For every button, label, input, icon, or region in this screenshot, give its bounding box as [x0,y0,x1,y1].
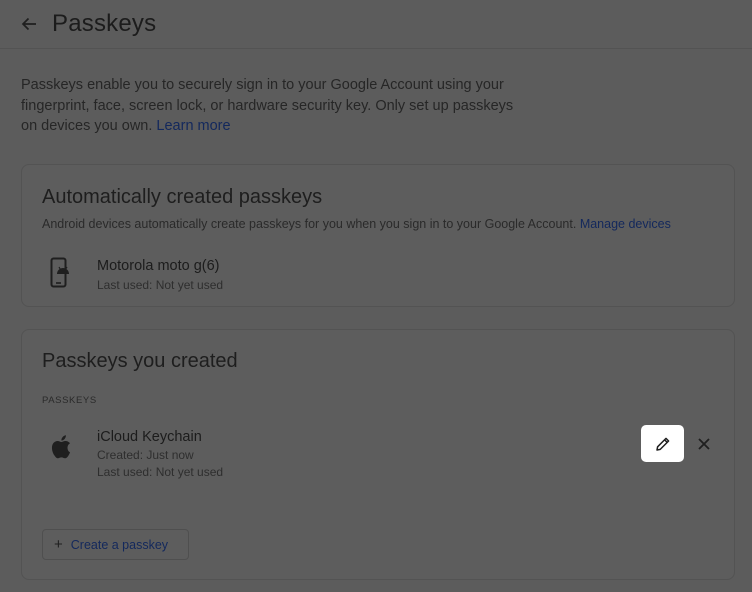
item-last-used: Last used: Not yet used [97,278,224,292]
back-button[interactable] [18,13,40,35]
plus-icon: + [54,536,63,553]
created-passkeys-card: Passkeys you created PASSKEYS iCloud Key… [21,329,735,580]
page-title: Passkeys [52,10,157,37]
page-header: Passkeys [0,0,752,49]
apple-icon [51,435,70,459]
item-name: Motorola moto g(6) [97,258,220,274]
auto-description-text: Android devices automatically create pas… [42,217,577,231]
auto-passkeys-description: Android devices automatically create pas… [42,217,671,231]
created-passkeys-title: Passkeys you created [42,350,238,372]
section-label: PASSKEYS [42,395,97,406]
pencil-icon [655,437,669,451]
item-created: Created: Just now [97,448,194,462]
android-phone-icon [50,257,69,288]
delete-passkey-button[interactable] [692,432,716,456]
intro-text: Passkeys enable you to securely sign in … [21,75,521,137]
arrow-back-icon [21,17,36,31]
edit-passkey-button[interactable] [641,425,684,462]
auto-passkeys-card: Automatically created passkeys Android d… [21,164,735,307]
item-name: iCloud Keychain [97,429,202,445]
create-passkey-label: Create a passkey [70,537,169,552]
close-icon [698,438,710,450]
manage-devices-link[interactable]: Manage devices [580,217,671,231]
auto-passkeys-title: Automatically created passkeys [42,186,323,208]
learn-more-link[interactable]: Learn more [156,118,230,134]
item-last-used: Last used: Not yet used [97,465,224,479]
create-passkey-button[interactable]: + Create a passkey [42,529,189,560]
intro-description: Passkeys enable you to securely sign in … [21,77,514,134]
